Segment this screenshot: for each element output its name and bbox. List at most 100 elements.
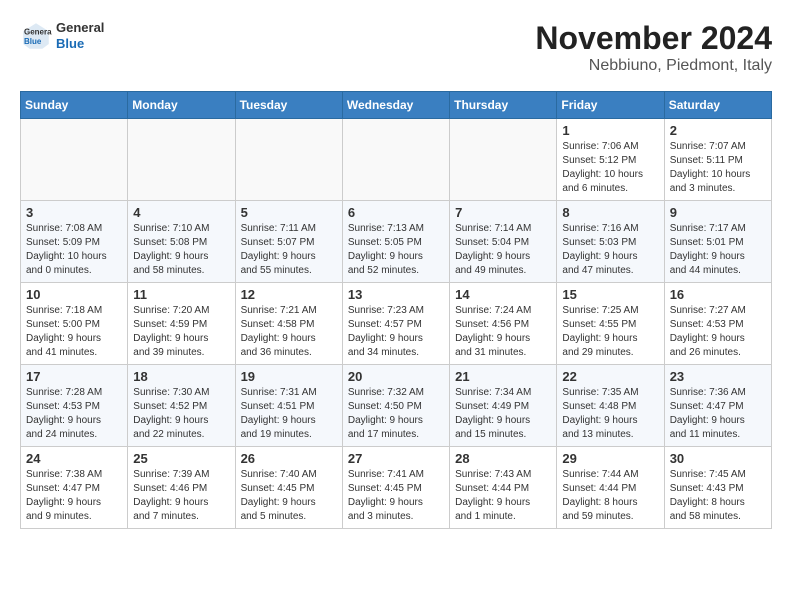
title-area: November 2024 Nebbiuno, Piedmont, Italy <box>535 20 772 75</box>
calendar-table: SundayMondayTuesdayWednesdayThursdayFrid… <box>20 91 772 529</box>
day-info: Sunset: 4:43 PM <box>670 482 766 496</box>
calendar-cell: 15 Sunrise: 7:25 AMSunset: 4:55 PMDayligh… <box>557 283 664 365</box>
day-info: Daylight: 9 hours <box>241 496 337 510</box>
day-info: Sunset: 4:55 PM <box>562 318 658 332</box>
day-number: 16 <box>670 287 766 302</box>
day-info: Sunset: 4:57 PM <box>348 318 444 332</box>
day-info: and 19 minutes. <box>241 428 337 442</box>
day-info: Sunset: 4:51 PM <box>241 400 337 414</box>
day-info: and 15 minutes. <box>455 428 551 442</box>
day-info: and 0 minutes. <box>26 264 122 278</box>
day-number: 4 <box>133 205 229 220</box>
day-info: Sunset: 4:50 PM <box>348 400 444 414</box>
day-info: Sunset: 4:49 PM <box>455 400 551 414</box>
day-info: Sunset: 4:48 PM <box>562 400 658 414</box>
day-info: Sunrise: 7:13 AM <box>348 222 444 236</box>
day-info: Sunset: 5:03 PM <box>562 236 658 250</box>
day-info: Sunrise: 7:36 AM <box>670 386 766 400</box>
day-info: Daylight: 9 hours <box>562 250 658 264</box>
day-number: 15 <box>562 287 658 302</box>
day-number: 18 <box>133 369 229 384</box>
day-number: 22 <box>562 369 658 384</box>
day-info: and 7 minutes. <box>133 510 229 524</box>
logo-icon: General Blue <box>20 20 52 52</box>
day-number: 29 <box>562 451 658 466</box>
day-info: Sunrise: 7:38 AM <box>26 468 122 482</box>
day-info: Sunrise: 7:44 AM <box>562 468 658 482</box>
day-info: and 26 minutes. <box>670 346 766 360</box>
day-info: Daylight: 9 hours <box>26 414 122 428</box>
day-info: Sunrise: 7:35 AM <box>562 386 658 400</box>
day-number: 8 <box>562 205 658 220</box>
day-info: Daylight: 9 hours <box>455 496 551 510</box>
day-info: Daylight: 9 hours <box>133 250 229 264</box>
day-info: Daylight: 9 hours <box>455 250 551 264</box>
svg-text:General: General <box>24 27 52 36</box>
month-title: November 2024 <box>535 20 772 57</box>
day-info: Sunrise: 7:20 AM <box>133 304 229 318</box>
day-number: 21 <box>455 369 551 384</box>
logo: General Blue General Blue <box>20 20 104 52</box>
day-info: Daylight: 10 hours <box>562 168 658 182</box>
day-info: Sunrise: 7:30 AM <box>133 386 229 400</box>
day-info: Sunrise: 7:17 AM <box>670 222 766 236</box>
logo-blue: Blue <box>56 36 84 51</box>
day-number: 23 <box>670 369 766 384</box>
day-info: Sunset: 4:53 PM <box>26 400 122 414</box>
day-info: Daylight: 9 hours <box>670 332 766 346</box>
day-info: Sunrise: 7:32 AM <box>348 386 444 400</box>
day-info: Sunrise: 7:45 AM <box>670 468 766 482</box>
day-info: and 34 minutes. <box>348 346 444 360</box>
calendar-cell: 4Sunrise: 7:10 AMSunset: 5:08 PMDaylight… <box>128 201 235 283</box>
day-info: and 3 minutes. <box>348 510 444 524</box>
calendar-cell: 5Sunrise: 7:11 AMSunset: 5:07 PMDaylight… <box>235 201 342 283</box>
day-number: 28 <box>455 451 551 466</box>
day-info: Sunrise: 7:06 AM <box>562 140 658 154</box>
day-info: and 24 minutes. <box>26 428 122 442</box>
day-info: Daylight: 8 hours <box>562 496 658 510</box>
day-info: Daylight: 9 hours <box>455 414 551 428</box>
day-info: Sunset: 5:01 PM <box>670 236 766 250</box>
day-info: Daylight: 10 hours <box>26 250 122 264</box>
calendar-cell <box>342 119 449 201</box>
day-number: 13 <box>348 287 444 302</box>
calendar-cell: 12Sunrise: 7:21 AMSunset: 4:58 PMDayligh… <box>235 283 342 365</box>
day-info: Sunset: 5:04 PM <box>455 236 551 250</box>
day-number: 11 <box>133 287 229 302</box>
day-info: and 29 minutes. <box>562 346 658 360</box>
day-info: Sunrise: 7:25 AM <box>562 304 658 318</box>
day-info: and 39 minutes. <box>133 346 229 360</box>
day-info: Sunset: 5:11 PM <box>670 154 766 168</box>
day-number: 25 <box>133 451 229 466</box>
day-info: Daylight: 9 hours <box>241 250 337 264</box>
calendar-cell: 29Sunrise: 7:44 AMSunset: 4:44 PMDayligh… <box>557 447 664 529</box>
day-info: Sunrise: 7:08 AM <box>26 222 122 236</box>
day-info: Sunrise: 7:40 AM <box>241 468 337 482</box>
day-info: and 36 minutes. <box>241 346 337 360</box>
day-info: Daylight: 9 hours <box>26 496 122 510</box>
day-info: Sunrise: 7:07 AM <box>670 140 766 154</box>
day-info: Daylight: 9 hours <box>133 496 229 510</box>
calendar-cell: 14Sunrise: 7:24 AMSunset: 4:56 PMDayligh… <box>450 283 557 365</box>
day-info: Sunset: 4:44 PM <box>455 482 551 496</box>
calendar-cell <box>450 119 557 201</box>
day-header-friday: Friday <box>557 92 664 119</box>
day-number: 30 <box>670 451 766 466</box>
day-info: Sunrise: 7:28 AM <box>26 386 122 400</box>
calendar-cell: 13Sunrise: 7:23 AMSunset: 4:57 PMDayligh… <box>342 283 449 365</box>
day-info: Daylight: 9 hours <box>670 250 766 264</box>
day-info: Daylight: 9 hours <box>562 332 658 346</box>
day-header-monday: Monday <box>128 92 235 119</box>
day-info: Sunset: 4:59 PM <box>133 318 229 332</box>
calendar-cell <box>235 119 342 201</box>
calendar-cell: 17Sunrise: 7:28 AMSunset: 4:53 PMDayligh… <box>21 365 128 447</box>
day-info: Sunset: 4:53 PM <box>670 318 766 332</box>
day-info: Sunset: 5:12 PM <box>562 154 658 168</box>
day-info: Daylight: 9 hours <box>562 414 658 428</box>
day-info: Sunrise: 7:34 AM <box>455 386 551 400</box>
day-info: Sunrise: 7:27 AM <box>670 304 766 318</box>
day-number: 2 <box>670 123 766 138</box>
day-info: and 52 minutes. <box>348 264 444 278</box>
calendar-cell: 18Sunrise: 7:30 AMSunset: 4:52 PMDayligh… <box>128 365 235 447</box>
calendar-cell: 6Sunrise: 7:13 AMSunset: 5:05 PMDaylight… <box>342 201 449 283</box>
